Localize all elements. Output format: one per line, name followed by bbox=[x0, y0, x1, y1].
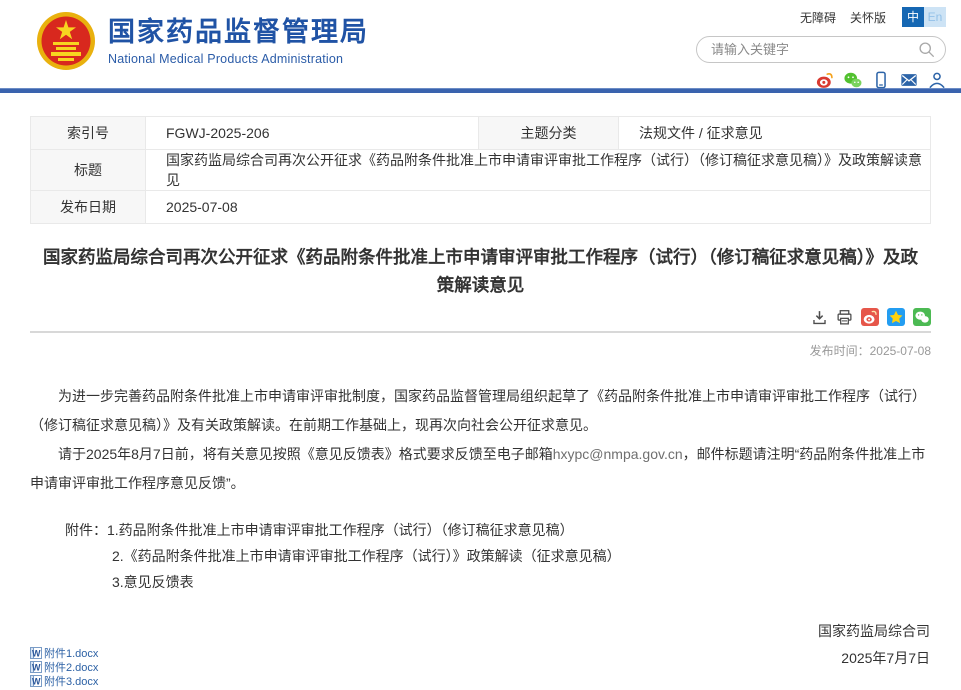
main-content: 索引号 FGWJ-2025-206 主题分类 法规文件 / 征求意见 标题 国家… bbox=[30, 116, 931, 672]
index-number-label: 索引号 bbox=[31, 117, 146, 150]
svg-text:W: W bbox=[32, 648, 41, 658]
document-meta-table: 索引号 FGWJ-2025-206 主题分类 法规文件 / 征求意见 标题 国家… bbox=[30, 116, 931, 224]
article-body: 为进一步完善药品附条件批准上市申请审评审批制度，国家药品监督管理局组织起草了《药… bbox=[30, 382, 931, 498]
weibo-icon[interactable] bbox=[816, 71, 834, 89]
weibo-share-icon[interactable] bbox=[861, 308, 879, 326]
table-row: 索引号 FGWJ-2025-206 主题分类 法规文件 / 征求意见 bbox=[31, 117, 931, 150]
topic-category-label: 主题分类 bbox=[479, 117, 619, 150]
wechat-icon[interactable] bbox=[844, 71, 862, 89]
sign-date: 2025年7月7日 bbox=[30, 645, 930, 672]
social-icons-row bbox=[696, 71, 946, 89]
email-address: hxypc@nmpa.gov.cn bbox=[553, 446, 683, 462]
svg-text:W: W bbox=[32, 676, 41, 686]
language-toggle: 中 En bbox=[902, 7, 946, 27]
publish-time-value: 2025-07-08 bbox=[870, 344, 931, 358]
svg-text:W: W bbox=[32, 662, 41, 672]
mail-icon[interactable] bbox=[900, 71, 918, 89]
lang-cn-button[interactable]: 中 bbox=[902, 7, 924, 27]
title-divider bbox=[30, 331, 931, 333]
article-toolbar bbox=[30, 308, 931, 331]
site-name-cn: 国家药品监督管理局 bbox=[108, 16, 369, 48]
publish-date-label: 发布日期 bbox=[31, 191, 146, 224]
lang-en-button[interactable]: En bbox=[924, 7, 946, 27]
signature-block: 国家药监局综合司 2025年7月7日 bbox=[30, 618, 931, 672]
user-icon[interactable] bbox=[928, 71, 946, 89]
wechat-share-icon[interactable] bbox=[913, 308, 931, 326]
list-item[interactable]: W 附件1.docx bbox=[30, 646, 98, 659]
search-icon[interactable] bbox=[918, 41, 935, 58]
site-header: 国家药品监督管理局 National Medical Products Admi… bbox=[0, 0, 961, 88]
topic-category-value: 法规文件 / 征求意见 bbox=[619, 117, 931, 150]
footer-attachment-link[interactable]: 附件3.docx bbox=[44, 673, 98, 689]
title-label: 标题 bbox=[31, 150, 146, 191]
accessibility-link[interactable]: 无障碍 bbox=[800, 9, 836, 26]
qzone-share-icon[interactable] bbox=[887, 308, 905, 326]
national-emblem-icon bbox=[36, 11, 96, 71]
site-name-en: National Medical Products Administration bbox=[108, 52, 369, 66]
attachments-list: 附件： 1.药品附条件批准上市申请审评审批工作程序（试行）（修订稿征求意见稿） … bbox=[30, 517, 931, 595]
care-mode-link[interactable]: 关怀版 bbox=[850, 9, 886, 26]
attachment-link[interactable]: 2.《药品附条件批准上市申请审评审批工作程序（试行）》政策解读（征求意见稿） bbox=[65, 543, 931, 569]
list-item[interactable]: W 附件2.docx bbox=[30, 660, 98, 673]
attachment-link[interactable]: 3.意见反馈表 bbox=[65, 569, 931, 595]
mobile-icon[interactable] bbox=[872, 71, 890, 89]
print-icon[interactable] bbox=[836, 309, 853, 326]
title-value: 国家药监局综合司再次公开征求《药品附条件批准上市申请审评审批工作程序（试行）（修… bbox=[146, 150, 931, 191]
search-input[interactable] bbox=[711, 42, 918, 57]
search-box bbox=[696, 36, 946, 63]
table-row: 发布日期 2025-07-08 bbox=[31, 191, 931, 224]
page-title: 国家药监局综合司再次公开征求《药品附条件批准上市申请审评审批工作程序（试行）（修… bbox=[38, 243, 923, 299]
paragraph: 请于2025年8月7日前，将有关意见按照《意见反馈表》格式要求反馈至电子邮箱hx… bbox=[30, 440, 931, 498]
attachments-label: 附件： bbox=[65, 517, 107, 543]
list-item[interactable]: W 附件3.docx bbox=[30, 674, 98, 687]
table-row: 标题 国家药监局综合司再次公开征求《药品附条件批准上市申请审评审批工作程序（试行… bbox=[31, 150, 931, 191]
publish-time: 发布时间：2025-07-08 bbox=[30, 342, 931, 359]
publish-date-value: 2025-07-08 bbox=[146, 191, 931, 224]
footer-attachment-links: W 附件1.docx W 附件2.docx W 附件3.docx bbox=[30, 645, 98, 687]
site-logo[interactable]: 国家药品监督管理局 National Medical Products Admi… bbox=[36, 11, 369, 71]
word-doc-icon: W bbox=[30, 647, 42, 659]
publish-time-label: 发布时间： bbox=[810, 344, 870, 358]
signer-org: 国家药监局综合司 bbox=[30, 618, 930, 645]
download-icon[interactable] bbox=[811, 309, 828, 326]
word-doc-icon: W bbox=[30, 675, 42, 687]
paragraph: 为进一步完善药品附条件批准上市申请审评审批制度，国家药品监督管理局组织起草了《药… bbox=[30, 382, 931, 440]
word-doc-icon: W bbox=[30, 661, 42, 673]
header-utilities: 无障碍 关怀版 中 En bbox=[696, 7, 946, 89]
attachment-link[interactable]: 1.药品附条件批准上市申请审评审批工作程序（试行）（修订稿征求意见稿） bbox=[107, 517, 574, 543]
paragraph-text: 请于2025年8月7日前，将有关意见按照《意见反馈表》格式要求反馈至电子邮箱 bbox=[58, 446, 553, 462]
index-number-value: FGWJ-2025-206 bbox=[146, 117, 479, 150]
